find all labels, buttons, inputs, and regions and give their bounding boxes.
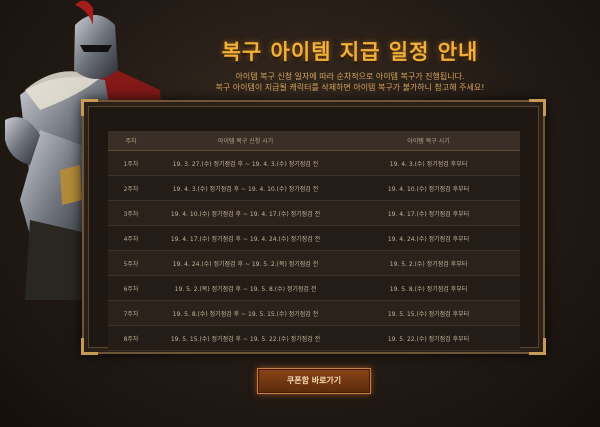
week-cell: 7주차 <box>108 300 154 326</box>
week-cell: 1주차 <box>108 150 154 176</box>
subtitle-line-1: 아이템 복구 신청 일자에 따라 순차적으로 아이템 복구가 진행됩니다. <box>235 72 465 81</box>
table-row: 8주차 19. 5. 15.(수) 정기점검 후 ~ 19. 5. 22.(수)… <box>108 325 520 351</box>
restore-period-cell: 19. 5. 15.(수) 정기점검 후부터 <box>337 300 520 326</box>
table-row: 3주차 19. 4. 10.(수) 정기점검 후 ~ 19. 4. 17.(수)… <box>108 200 520 226</box>
table-header-row: 주차 아이템 복구 신청 시기 아이템 복구 시기 <box>108 131 520 151</box>
frame-corner-ornament <box>81 338 98 355</box>
restore-period-cell: 19. 5. 8.(수) 정기점검 후부터 <box>337 275 520 301</box>
table-row: 6주차 19. 5. 2.(목) 정기점검 후 ~ 19. 5. 8.(수) 정… <box>108 275 520 301</box>
restore-period-cell: 19. 4. 24.(수) 정기점검 후부터 <box>337 225 520 251</box>
week-cell: 8주차 <box>108 325 154 351</box>
restore-period-cell: 19. 5. 22.(수) 정기점검 후부터 <box>337 325 520 351</box>
coupon-box-shortcut-button[interactable]: 쿠폰함 바로가기 <box>257 368 371 394</box>
week-cell: 2주차 <box>108 175 154 201</box>
frame-corner-ornament <box>529 99 546 116</box>
week-cell: 3주차 <box>108 200 154 226</box>
column-header-restore-period: 아이템 복구 시기 <box>337 131 520 151</box>
table-row: 4주차 19. 4. 17.(수) 정기점검 후 ~ 19. 4. 24.(수)… <box>108 225 520 251</box>
apply-period-cell: 19. 4. 3.(수) 정기점검 후 ~ 19. 4. 10.(수) 정기점검… <box>154 175 337 201</box>
frame-corner-ornament <box>81 99 98 116</box>
week-cell: 5주차 <box>108 250 154 276</box>
frame-corner-ornament <box>529 338 546 355</box>
apply-period-cell: 19. 3. 27.(수) 정기점검 후 ~ 19. 4. 3.(수) 정기점검… <box>154 150 337 176</box>
restore-period-cell: 19. 4. 10.(수) 정기점검 후부터 <box>337 175 520 201</box>
restore-period-cell: 19. 4. 3.(수) 정기점검 후부터 <box>337 150 520 176</box>
table-row: 2주차 19. 4. 3.(수) 정기점검 후 ~ 19. 4. 10.(수) … <box>108 175 520 201</box>
subtitle-line-2: 복구 아이템이 지급될 캐릭터를 삭제하면 아이템 복구가 불가하니 참고해 주… <box>215 83 485 92</box>
schedule-table: 주차 아이템 복구 신청 시기 아이템 복구 시기 1주차 19. 3. 27.… <box>108 131 520 351</box>
table-row: 7주차 19. 5. 8.(수) 정기점검 후 ~ 19. 5. 15.(수) … <box>108 300 520 326</box>
week-cell: 4주차 <box>108 225 154 251</box>
apply-period-cell: 19. 4. 10.(수) 정기점검 후 ~ 19. 4. 17.(수) 정기점… <box>154 200 337 226</box>
apply-period-cell: 19. 4. 17.(수) 정기점검 후 ~ 19. 4. 24.(수) 정기점… <box>154 225 337 251</box>
column-header-apply-period: 아이템 복구 신청 시기 <box>154 131 337 151</box>
column-header-week: 주차 <box>108 131 154 151</box>
apply-period-cell: 19. 5. 8.(수) 정기점검 후 ~ 19. 5. 15.(수) 정기점검… <box>154 300 337 326</box>
page-title: 복구 아이템 지급 일정 안내 <box>221 40 479 64</box>
table-row: 1주차 19. 3. 27.(수) 정기점검 후 ~ 19. 4. 3.(수) … <box>108 150 520 176</box>
apply-period-cell: 19. 5. 2.(목) 정기점검 후 ~ 19. 5. 8.(수) 정기점검 … <box>154 275 337 301</box>
restore-period-cell: 19. 5. 2.(수) 정기점검 후부터 <box>337 250 520 276</box>
apply-period-cell: 19. 4. 24.(수) 정기점검 후 ~ 19. 5. 2.(목) 정기점검… <box>154 250 337 276</box>
table-row: 5주차 19. 4. 24.(수) 정기점검 후 ~ 19. 5. 2.(목) … <box>108 250 520 276</box>
apply-period-cell: 19. 5. 15.(수) 정기점검 후 ~ 19. 5. 22.(수) 정기점… <box>154 325 337 351</box>
week-cell: 6주차 <box>108 275 154 301</box>
restore-period-cell: 19. 4. 17.(수) 정기점검 후부터 <box>337 200 520 226</box>
